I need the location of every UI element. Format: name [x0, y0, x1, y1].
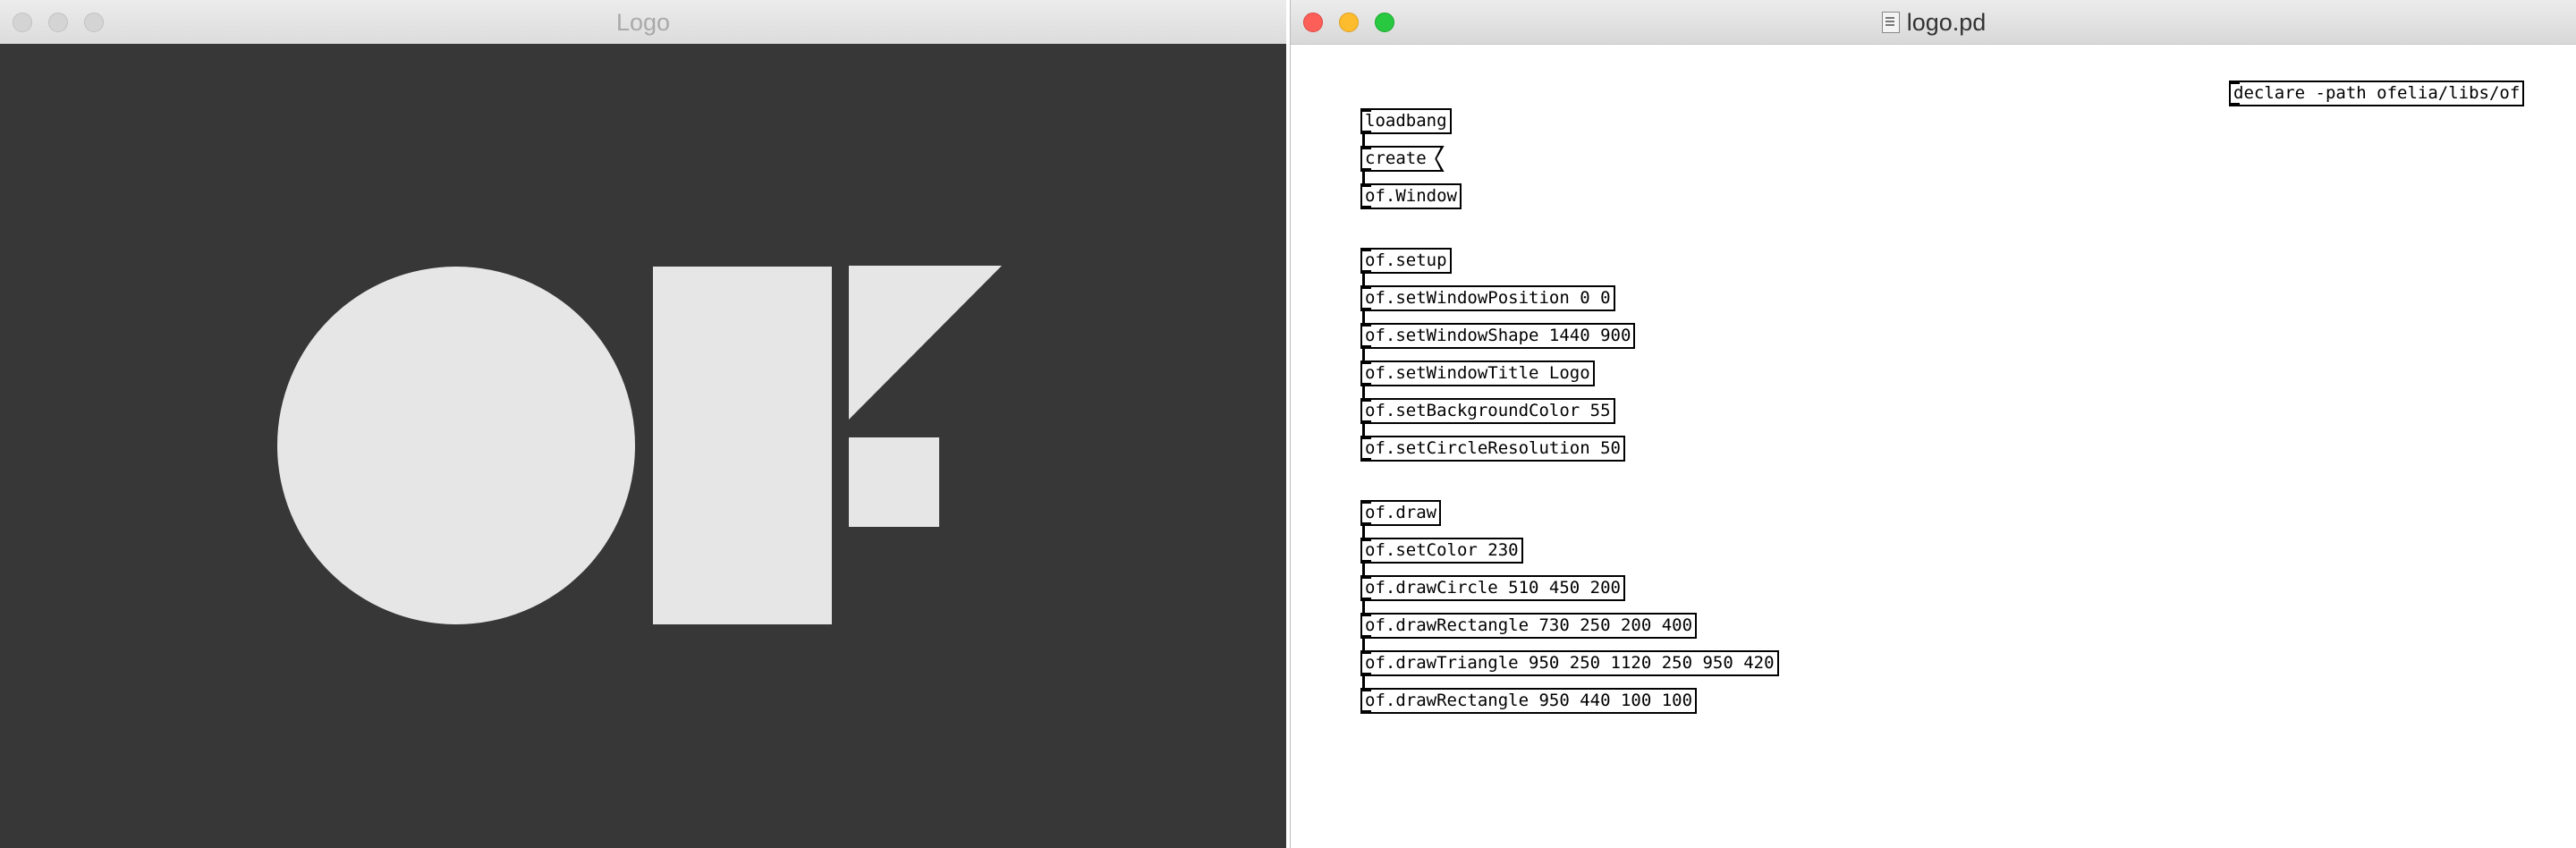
patch-window-title-text: logo.pd	[1906, 9, 1987, 36]
draw-small-rectangle-object[interactable]: of.drawRectangle 950 440 100 100	[1360, 688, 1698, 714]
draw-rectangle-object[interactable]: of.drawRectangle 730 250 200 400	[1360, 613, 1698, 639]
draw-circle-object[interactable]: of.drawCircle 510 450 200	[1360, 575, 1625, 601]
logo-window: Logo	[0, 0, 1286, 848]
loadbang-object[interactable]: loadbang	[1360, 108, 1452, 134]
declare-object[interactable]: declare -path ofelia/libs/of	[2229, 81, 2525, 106]
set-background-color-object[interactable]: of.setBackgroundColor 55	[1360, 398, 1615, 424]
set-color-object[interactable]: of.setColor 230	[1360, 538, 1523, 564]
set-circle-resolution-object[interactable]: of.setCircleResolution 50	[1360, 436, 1625, 462]
logo-canvas	[0, 44, 1286, 848]
set-window-title-object[interactable]: of.setWindowTitle Logo	[1360, 360, 1595, 386]
pd-document-icon	[1881, 12, 1900, 33]
of-setup-object[interactable]: of.setup	[1360, 248, 1452, 274]
draw-triangle-object[interactable]: of.drawTriangle 950 250 1120 250 950 420	[1360, 650, 1779, 676]
logo-circle	[277, 267, 635, 624]
create-message-text: create	[1365, 148, 1427, 168]
create-message[interactable]: create	[1360, 146, 1439, 172]
logo-small-square	[849, 437, 939, 527]
logo-tall-rectangle	[653, 267, 832, 624]
of-draw-object[interactable]: of.draw	[1360, 500, 1442, 526]
logo-window-title: Logo	[615, 9, 671, 36]
set-window-position-object[interactable]: of.setWindowPosition 0 0	[1360, 285, 1615, 311]
patch-window-titlebar[interactable]: logo.pd	[1291, 0, 2576, 45]
patch-window-title: logo.pd	[1291, 9, 2576, 37]
set-window-shape-object[interactable]: of.setWindowShape 1440 900	[1360, 323, 1636, 349]
logo-triangle	[849, 266, 1002, 420]
patch-window: logo.pd declare -path ofelia/libs/of loa…	[1290, 0, 2576, 848]
logo-window-titlebar[interactable]: Logo	[0, 0, 1286, 45]
patch-canvas[interactable]: declare -path ofelia/libs/of loadbang cr…	[1291, 44, 2576, 848]
message-flag	[1432, 146, 1445, 172]
of-window-object[interactable]: of.Window	[1360, 183, 1462, 209]
